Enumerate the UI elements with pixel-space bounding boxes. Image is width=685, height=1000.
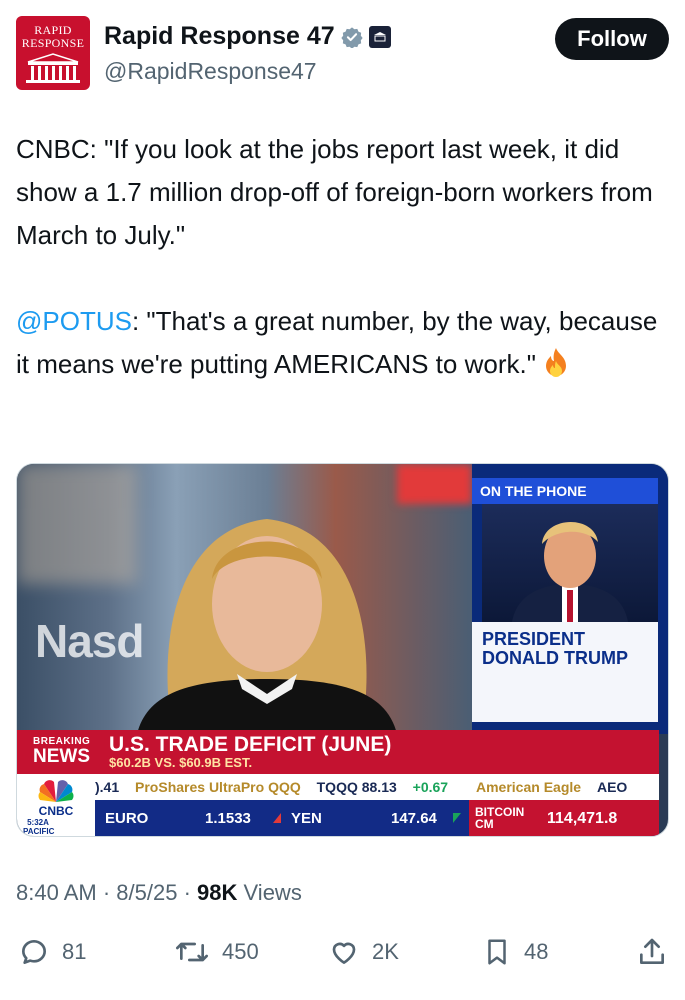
- broadcast-time: 5:32A PACIFIC: [23, 818, 55, 836]
- action-bar: 81 450 2K 48: [16, 930, 669, 974]
- network-logo: CNBC 5:32A PACIFIC: [17, 774, 95, 836]
- name-row: Rapid Response 47: [104, 22, 391, 51]
- bookmark-count: 48: [524, 939, 549, 964]
- on-the-phone-panel: ON THE PHONE PRESIDENT DONALD TRUMP: [472, 464, 668, 734]
- studio-background: Nasd: [17, 464, 472, 734]
- heart-icon: [332, 942, 356, 964]
- tweet-video[interactable]: Nasd ON THE PHONE PRESIDENT DONALD TRUMP: [16, 463, 669, 837]
- tweet-body: CNBC: "If you look at the jobs report la…: [16, 128, 666, 386]
- avatar[interactable]: RAPID RESPONSE: [16, 16, 90, 90]
- tweet-text-reply: @POTUS: "That's a great number, by the w…: [16, 300, 666, 386]
- caller-photo: [482, 504, 658, 622]
- tweet-header: RAPID RESPONSE Rapid Response 47 @RapidR…: [16, 16, 669, 92]
- repost-button[interactable]: 450: [174, 930, 259, 974]
- tweet-meta: 8:40 AM · 8/5/25 · 98K Views: [16, 880, 302, 905]
- share-icon: [640, 938, 664, 964]
- ticker-item: TQQQ 88.13: [316, 779, 397, 795]
- currency-ticker: EURO 1.1533 YEN 147.64 BITCOIN CM 114,47…: [95, 800, 659, 836]
- bookmark-icon: [488, 939, 506, 965]
- repost-count: 450: [222, 939, 259, 964]
- stock-ticker-top: ).41 ProShares UltraPro QQQ TQQQ 88.13 +…: [95, 774, 659, 800]
- affiliate-badge-icon[interactable]: [368, 25, 391, 48]
- bitcoin-label-2: CM: [475, 817, 494, 831]
- news-headline: U.S. TRADE DEFICIT (JUNE): [109, 733, 392, 756]
- caller-name: DONALD TRUMP: [482, 648, 628, 668]
- user-handle[interactable]: @RapidResponse47: [104, 58, 317, 85]
- follow-button[interactable]: Follow: [555, 18, 669, 60]
- ticker-item: ProShares UltraPro QQQ: [135, 779, 301, 795]
- on-the-phone-label: ON THE PHONE: [472, 478, 658, 504]
- mention-link[interactable]: @POTUS: [16, 306, 132, 336]
- yen-label: YEN: [291, 810, 322, 827]
- views-label: Views: [243, 880, 302, 905]
- tweet-time[interactable]: 8:40 AM: [16, 880, 97, 905]
- ticker-item: ).41: [95, 779, 120, 795]
- verified-badge-icon: [341, 26, 363, 48]
- news-anchor-figure: [137, 519, 397, 734]
- peacock-icon: [38, 780, 74, 802]
- network-name: CNBC: [38, 804, 74, 818]
- like-count: 2K: [372, 939, 399, 964]
- repost-icon: [175, 942, 208, 962]
- fire-emoji-icon: [545, 348, 566, 377]
- reply-count: 81: [62, 939, 87, 964]
- avatar-logo-text: RAPID RESPONSE: [21, 23, 85, 50]
- tweet-text-quote: CNBC: "If you look at the jobs report la…: [16, 134, 653, 250]
- display-name[interactable]: Rapid Response 47: [104, 22, 335, 51]
- news-subhead: $60.2B VS. $60.9B EST.: [109, 755, 253, 770]
- yen-value: 147.64: [391, 810, 437, 827]
- like-button[interactable]: 2K: [328, 930, 399, 974]
- caller-title: PRESIDENT: [482, 629, 586, 649]
- views-count: 98K: [197, 880, 238, 905]
- euro-label: EURO: [105, 810, 149, 827]
- white-house-icon: [26, 53, 80, 83]
- breaking-news-badge: BREAKING NEWS: [33, 736, 91, 767]
- tweet-date[interactable]: 8/5/25: [116, 880, 177, 905]
- bitcoin-value: 114,471.8: [547, 810, 618, 827]
- caller-name-label: PRESIDENT DONALD TRUMP: [472, 622, 658, 722]
- share-button[interactable]: [636, 930, 668, 974]
- euro-value: 1.1533: [205, 810, 251, 827]
- breaking-news-bar: BREAKING NEWS U.S. TRADE DEFICIT (JUNE) …: [17, 730, 659, 774]
- ticker-change: +0.67: [412, 779, 449, 795]
- bookmark-button[interactable]: 48: [482, 930, 548, 974]
- down-arrow-icon: [267, 800, 281, 836]
- bitcoin-segment: BITCOIN CM 114,471.8: [469, 800, 659, 836]
- reply-icon: [22, 940, 46, 964]
- up-arrow-icon: [447, 800, 461, 836]
- reply-button[interactable]: 81: [18, 930, 86, 974]
- ticker-item: American Eagle: [476, 779, 582, 795]
- ticker-item: AEO: [596, 779, 628, 795]
